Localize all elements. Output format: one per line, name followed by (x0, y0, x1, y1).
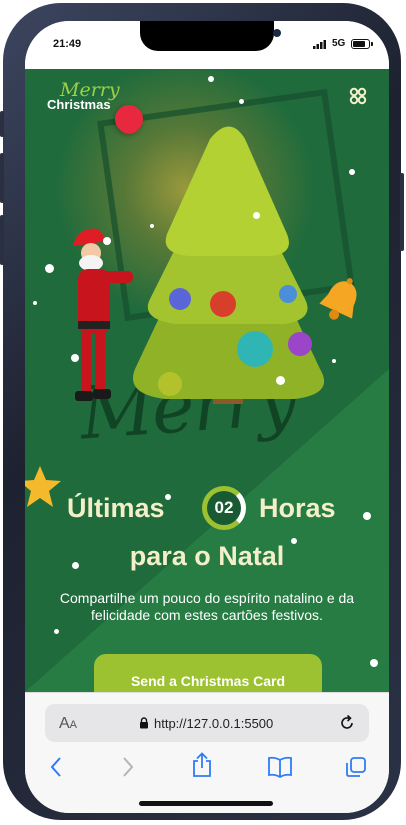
grid-icon[interactable] (349, 87, 367, 105)
snowflake (54, 629, 59, 634)
screen: 21:49 5G Merry Christmas Merry Últimas 0… (25, 21, 389, 813)
snowflake (349, 169, 355, 175)
power-button (400, 173, 404, 251)
notch (140, 21, 281, 51)
volume-up-button (0, 153, 4, 203)
tabs-icon[interactable] (345, 756, 367, 778)
bookmarks-icon[interactable] (267, 756, 293, 778)
reload-icon[interactable] (337, 713, 357, 733)
web-page: Merry Christmas Merry Últimas 02 Horas p… (25, 69, 389, 692)
text-size-small: A (69, 719, 78, 731)
snowflake (150, 224, 154, 228)
snowflake (363, 512, 371, 520)
santa-illustration (73, 228, 133, 401)
snowflake (239, 99, 244, 104)
battery-icon (351, 39, 373, 49)
snowflake (165, 494, 171, 500)
volume-down-button (0, 215, 4, 265)
title-part1: Últimas (67, 493, 165, 523)
bell-decoration (319, 278, 357, 320)
snowflake (33, 301, 37, 305)
snowflake (72, 562, 79, 569)
text-size-button[interactable]: AA (59, 715, 77, 733)
snowflake (45, 264, 54, 273)
camera-icon (273, 29, 281, 37)
logo-text: Christmas (47, 97, 111, 112)
browser-toolbar: AA http://127.0.0.1:5500 (25, 692, 389, 813)
hero-subtitle: Compartilhe um pouco do espírito natalin… (59, 590, 355, 623)
network-type: 5G (332, 38, 346, 49)
snowflake (370, 659, 378, 667)
url-text: http://127.0.0.1:5500 (154, 716, 274, 731)
text-size-big: A (59, 715, 70, 732)
snowflake (253, 212, 260, 219)
snowflake (332, 359, 336, 363)
back-icon[interactable] (49, 756, 63, 778)
title-line2: para o Natal (129, 541, 285, 571)
countdown-badge: 02 (202, 486, 246, 530)
send-card-button[interactable]: Send a Christmas Card (94, 654, 322, 692)
lock-icon (140, 717, 148, 729)
phone-frame: 21:49 5G Merry Christmas Merry Últimas 0… (0, 3, 404, 820)
status-time: 21:49 (53, 38, 82, 50)
snowflake (276, 376, 285, 385)
title-part2: Horas (259, 493, 336, 523)
snowflake (71, 354, 79, 362)
snowflake (208, 76, 214, 82)
share-icon[interactable] (191, 752, 213, 778)
star-decoration (25, 466, 61, 507)
christmas-tree-illustration (133, 126, 325, 404)
address-bar[interactable]: AA http://127.0.0.1:5500 (45, 704, 369, 742)
home-indicator (139, 801, 273, 806)
snowflake (291, 538, 297, 544)
mute-switch (0, 111, 4, 137)
signal-icon (313, 40, 326, 49)
forward-icon[interactable] (121, 756, 135, 778)
